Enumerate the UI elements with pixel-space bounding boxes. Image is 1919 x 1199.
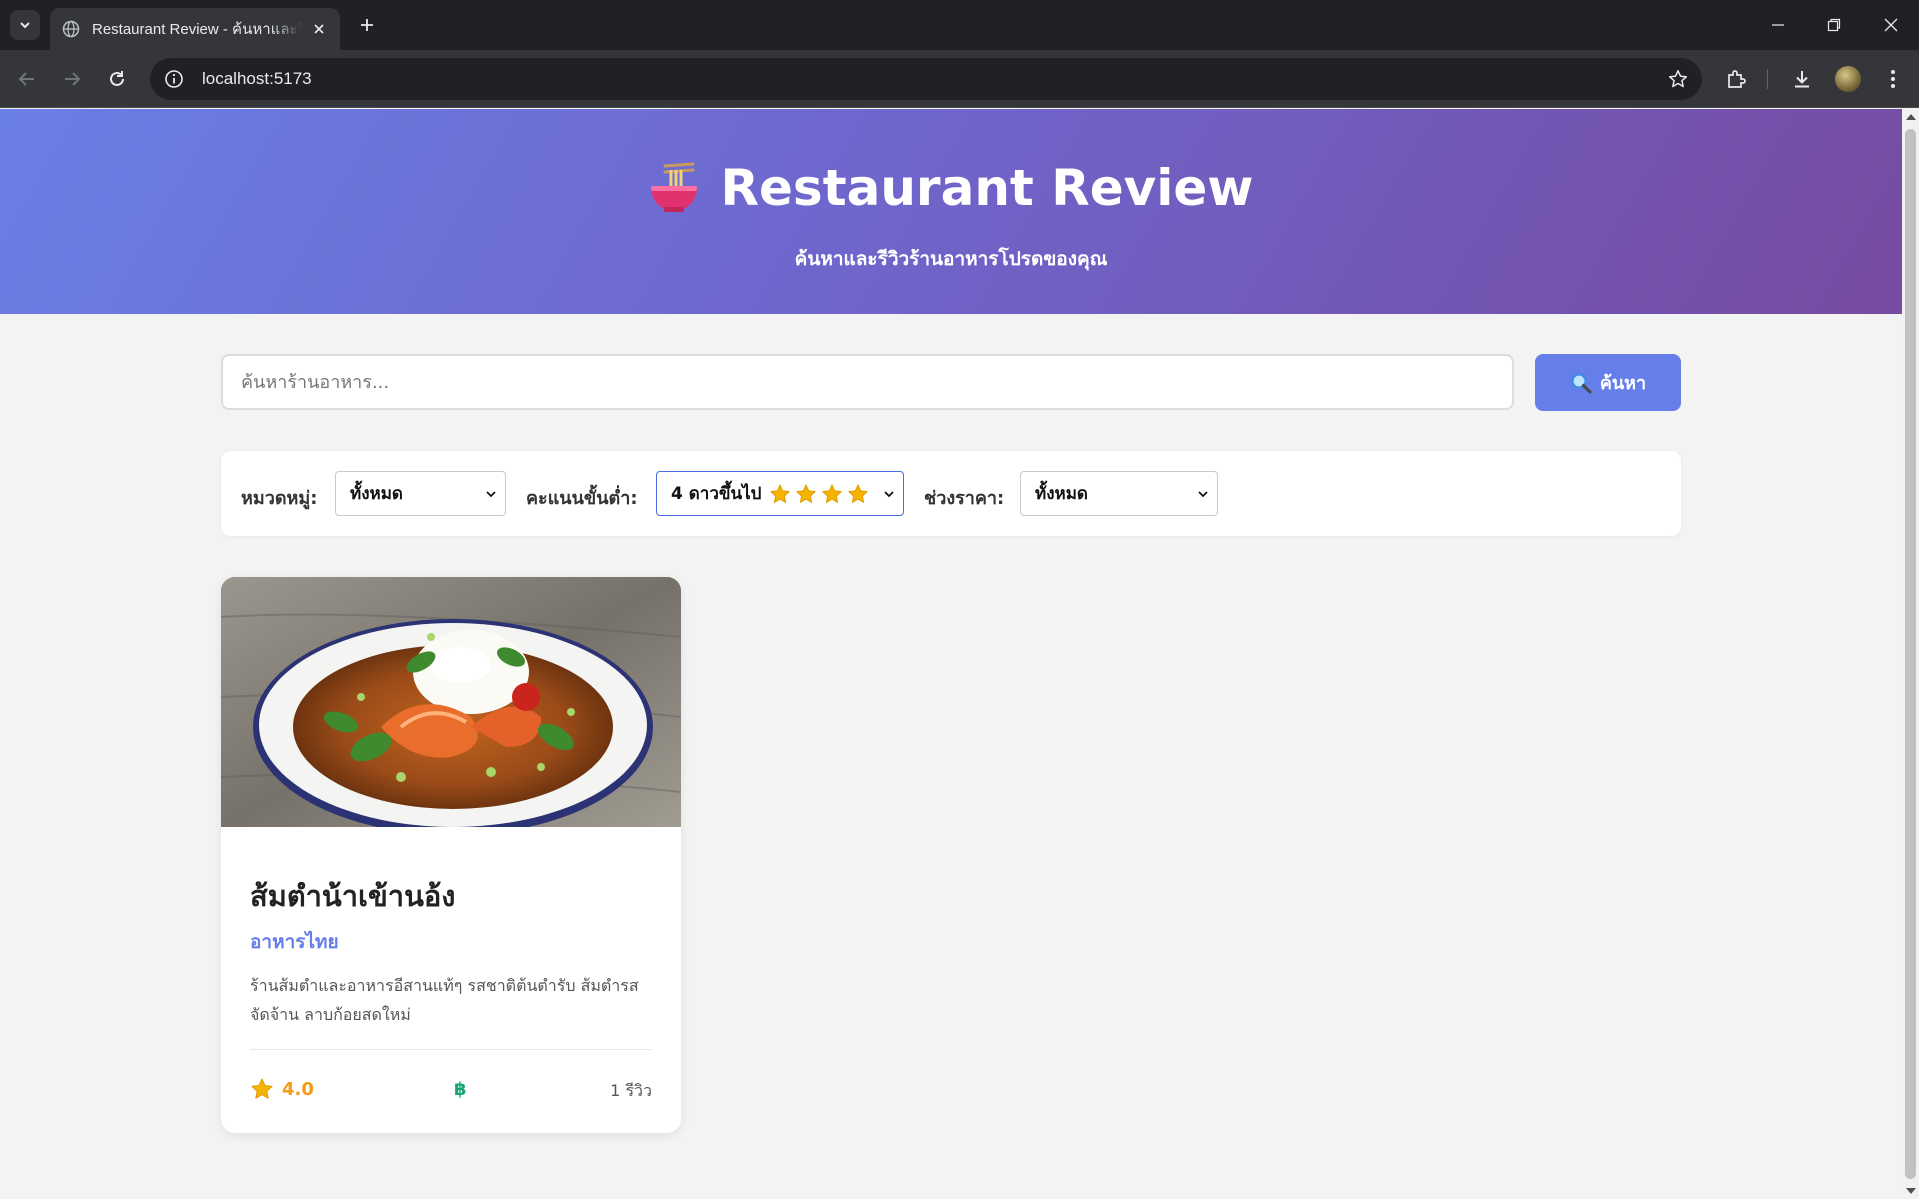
plus-icon (361, 19, 373, 31)
restaurant-rating-value: 4.0 (282, 1078, 314, 1100)
reload-icon (110, 71, 124, 86)
restaurant-price-level: ฿ (454, 1079, 467, 1100)
page-title-row: Restaurant Review (0, 159, 1902, 217)
restaurant-rating: 4.0 (250, 1077, 314, 1101)
browser-tab-active[interactable]: Restaurant Review - ค้นหาและรีวิวร้านอาห… (50, 8, 340, 50)
tab-title: Restaurant Review - ค้นหาและรีวิวร้านอาห… (92, 21, 302, 38)
globe-icon (62, 20, 80, 38)
extensions-button[interactable] (1722, 65, 1750, 93)
star-icon (848, 483, 869, 503)
arrow-right-icon (65, 72, 81, 86)
menu-button[interactable] (1879, 65, 1907, 93)
tab-search-button[interactable] (10, 10, 40, 40)
back-button[interactable] (12, 64, 42, 94)
price-select[interactable]: ทั้งหมด (1020, 471, 1218, 516)
page-viewport: Restaurant Review ค้นหาและรีวิวร้านอาหาร… (0, 109, 1902, 1199)
category-select-value: ทั้งหมด (350, 484, 403, 504)
url-text: localhost:5173 (202, 69, 312, 88)
site-info-icon[interactable] (164, 69, 184, 89)
close-window-button[interactable] (1871, 10, 1911, 40)
browser-tab-bar: Restaurant Review - ค้นหาและรีวิวร้านอาห… (0, 0, 1919, 50)
puzzle-icon (1728, 70, 1746, 88)
rating-filter-label: คะแนนขั้นต่ำ: (526, 488, 638, 509)
more-vertical-icon (1891, 70, 1895, 88)
price-select-value: ทั้งหมด (1035, 484, 1088, 504)
new-tab-button[interactable] (354, 12, 380, 38)
category-filter-label: หมวดหมู่: (241, 488, 318, 509)
minimize-icon (1772, 24, 1784, 26)
toolbar-separator (1767, 69, 1768, 89)
reload-button[interactable] (102, 64, 132, 94)
minimize-button[interactable] (1758, 10, 1798, 40)
search-row: ค้นหา (221, 354, 1681, 411)
forward-button[interactable] (57, 64, 87, 94)
restore-button[interactable] (1814, 10, 1854, 40)
restaurant-name[interactable]: ส้มตำน้าเข้านอ้ง (250, 873, 455, 919)
restaurant-card[interactable]: ส้มตำน้าเข้านอ้ง อาหารไทย ร้านส้มตำและอา… (221, 577, 681, 1133)
rating-select-value: 4 ดาวขึ้นไป (671, 484, 762, 504)
restaurant-description: ร้านส้มตำและอาหารอีสานแท้ๆ รสชาติต้นตำรั… (250, 976, 639, 1024)
card-divider (250, 1049, 652, 1050)
page-subtitle: ค้นหาและรีวิวร้านอาหารโปรดของคุณ (794, 248, 1108, 270)
magnifier-icon (1571, 372, 1592, 394)
scroll-down-arrow[interactable] (1906, 1188, 1916, 1194)
search-button-label: ค้นหา (1599, 373, 1647, 394)
rating-select-stars (769, 483, 869, 505)
restaurant-category: อาหารไทย (250, 931, 339, 953)
download-icon (1795, 71, 1809, 88)
curry-dish-image (221, 577, 681, 827)
chevron-down-icon (486, 491, 496, 498)
scroll-up-arrow[interactable] (1906, 114, 1916, 120)
search-input[interactable] (221, 354, 1514, 410)
star-icon (796, 483, 817, 503)
chevron-down-icon (1198, 491, 1208, 498)
browser-toolbar: localhost:5173 (0, 50, 1919, 108)
star-icon (822, 483, 843, 503)
chevron-down-icon (20, 22, 30, 29)
star-icon (770, 483, 791, 503)
search-button[interactable]: ค้นหา (1535, 354, 1681, 411)
profile-avatar[interactable] (1835, 66, 1861, 92)
close-icon (1884, 18, 1898, 32)
restaurant-photo (221, 577, 681, 827)
category-select[interactable]: ทั้งหมด (335, 471, 506, 516)
address-bar[interactable]: localhost:5173 (150, 58, 1702, 100)
bookmark-star-icon[interactable] (1668, 69, 1688, 89)
restore-icon (1827, 18, 1841, 32)
page-title: Restaurant Review (720, 159, 1254, 217)
star-icon (251, 1078, 273, 1099)
price-filter-label: ช่วงราคา: (924, 488, 1005, 509)
restaurant-review-count: 1 รีวิว (610, 1081, 652, 1100)
page-scrollbar[interactable] (1902, 109, 1919, 1199)
filter-panel: หมวดหมู่: ทั้งหมด คะแนนขั้นต่ำ: 4 ดาวขึ้… (221, 451, 1681, 536)
arrow-left-icon (18, 72, 34, 86)
downloads-button[interactable] (1788, 65, 1816, 93)
chevron-down-icon (884, 491, 894, 498)
rating-select[interactable]: 4 ดาวขึ้นไป (656, 471, 904, 516)
close-tab-icon[interactable] (310, 20, 328, 38)
noodle-bowl-icon (650, 162, 697, 212)
hero-header: Restaurant Review ค้นหาและรีวิวร้านอาหาร… (0, 109, 1902, 314)
scrollbar-thumb[interactable] (1905, 129, 1916, 1179)
